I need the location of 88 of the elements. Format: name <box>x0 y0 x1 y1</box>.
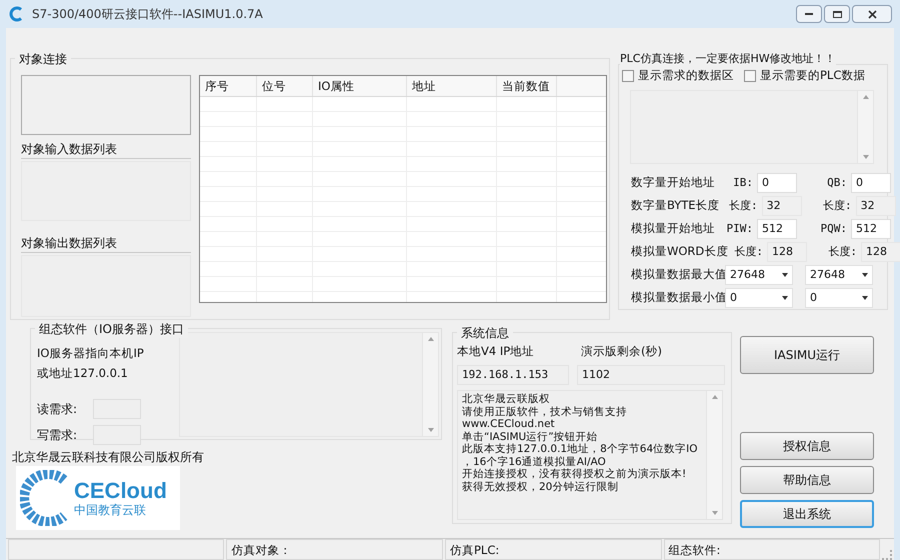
input-field[interactable]: 128 <box>767 242 807 262</box>
window-title: S7-300/400研云接口软件--IASIMU1.0.7A <box>32 6 263 23</box>
action-button[interactable]: IASIMU运行 <box>740 336 874 374</box>
remaining-field[interactable]: 1102 <box>577 365 725 386</box>
message-line: www.CECloud.net <box>462 418 556 431</box>
scroll-down-icon[interactable] <box>428 428 434 432</box>
logo-icon <box>8 6 24 22</box>
caret-icon <box>782 272 788 277</box>
row-label: 模拟量数据最小值 <box>631 289 725 306</box>
field-prefix: PQW: <box>820 220 848 236</box>
column-header[interactable]: 位号 <box>257 76 313 96</box>
column-header[interactable]: 序号 <box>200 76 257 96</box>
resize-grip-icon[interactable] <box>882 550 892 560</box>
field-prefix: IB: <box>732 174 754 190</box>
input-field[interactable]: 0 <box>757 172 797 193</box>
field-label: 读需求: <box>37 401 78 418</box>
dropdown[interactable]: 27648 <box>725 264 793 285</box>
scroll-up-icon[interactable] <box>428 337 434 341</box>
field-prefix: 长度: <box>728 198 759 214</box>
status-cell: 仿真PLC: <box>445 539 662 560</box>
ip-field[interactable]: 192.168.1.153 <box>457 365 569 386</box>
minimize-button[interactable] <box>796 5 822 23</box>
caret-icon <box>862 272 868 277</box>
row-label: 数字量BYTE长度 <box>631 197 720 214</box>
checkbox[interactable] <box>622 70 634 82</box>
field-prefix: 长度: <box>822 198 853 214</box>
message-line: 开始连接授权，没有获得授权之前为演示版本! <box>462 468 688 481</box>
checkbox-label: 显示需要的PLC数据 <box>760 67 866 84</box>
info-text: 或地址127.0.0.1 <box>37 365 129 382</box>
message-line: 获得无效授权，20分钟运行限制 <box>462 480 620 494</box>
copyright-text: 北京华晟云联科技有限公司版权所有 <box>12 449 205 466</box>
scroll-down-icon[interactable] <box>862 155 868 160</box>
message-line: 单击“IASIMU运行”按钮开始 <box>462 430 599 443</box>
column-header[interactable]: 地址 <box>407 76 497 96</box>
logo-tagline: 中国教育云联 <box>74 504 147 516</box>
field-label: 演示版剩余(秒) <box>581 343 663 360</box>
logo-name: CECloud <box>74 480 167 502</box>
message-line: ，16个字16通道模拟量AI/AO <box>462 456 607 468</box>
dropdown[interactable]: 0 <box>725 288 793 308</box>
info-text: IO服务器指向本机IP <box>37 345 145 362</box>
message-line: 此版本支持127.0.0.1地址，8个字节64位数字IO <box>462 443 698 456</box>
scroll-up-icon[interactable] <box>862 95 868 100</box>
field-prefix: QB: <box>826 174 848 190</box>
input-field[interactable]: 512 <box>757 218 797 239</box>
column-header[interactable]: 当前数值 <box>497 76 557 96</box>
status-cell: 仿真对象： <box>226 539 443 560</box>
row-label: 模拟量WORD长度 <box>631 243 725 260</box>
action-button[interactable]: 帮助信息 <box>740 466 874 494</box>
input-field[interactable]: 32 <box>762 196 802 216</box>
message-line: 请使用正版软件，技术与销售支持 <box>462 406 628 418</box>
scrollbar[interactable] <box>706 391 722 520</box>
close-icon <box>868 10 876 18</box>
dropdown[interactable]: 27648 <box>805 264 873 285</box>
input-field[interactable]: 128 <box>861 242 900 262</box>
restore-button[interactable] <box>824 5 850 23</box>
input-field[interactable]: 512 <box>851 218 891 239</box>
message-line: 北京华晟云联版权 <box>462 393 551 406</box>
field-prefix: 长度: <box>733 244 764 260</box>
list-label: 对象输入数据列表 <box>21 140 191 159</box>
group-title: 系统信息 <box>457 324 513 342</box>
scrollbar[interactable] <box>422 333 438 436</box>
input-field[interactable]: 32 <box>856 196 896 216</box>
column-header[interactable]: IO属性 <box>313 76 407 96</box>
row-label: 模拟量数据最大值 <box>631 266 725 284</box>
list-label: 对象输出数据列表 <box>21 234 191 253</box>
dropdown[interactable]: 0 <box>805 288 873 308</box>
row-label: 模拟量开始地址 <box>631 220 715 238</box>
input-field[interactable]: 0 <box>851 172 891 193</box>
field-label: 本地V4 IP地址 <box>457 343 536 360</box>
field-prefix: PIW: <box>726 220 754 236</box>
group-title: PLC仿真连接，一定要依据HW修改地址！！ <box>620 51 836 68</box>
logo-ring-icon <box>20 470 70 526</box>
group-title: 组态软件（IO服务器）接口 <box>35 320 188 338</box>
caret-icon <box>862 296 868 300</box>
group-title: 对象连接 <box>15 50 71 68</box>
status-cell: 组态软件: <box>664 539 880 560</box>
action-button[interactable]: 退出系统 <box>740 500 874 528</box>
scroll-down-icon[interactable] <box>712 511 718 516</box>
checkbox-label: 显示需求的数据区 <box>638 67 734 84</box>
close-button[interactable] <box>852 5 892 23</box>
row-label: 数字量开始地址 <box>631 174 715 192</box>
field-prefix: 长度: <box>827 244 858 260</box>
scrollbar[interactable] <box>857 91 873 164</box>
scroll-up-icon[interactable] <box>712 395 718 400</box>
checkbox[interactable] <box>744 70 756 82</box>
action-button[interactable]: 授权信息 <box>740 432 874 460</box>
caret-icon <box>782 296 788 300</box>
field-label: 写需求: <box>37 427 78 444</box>
